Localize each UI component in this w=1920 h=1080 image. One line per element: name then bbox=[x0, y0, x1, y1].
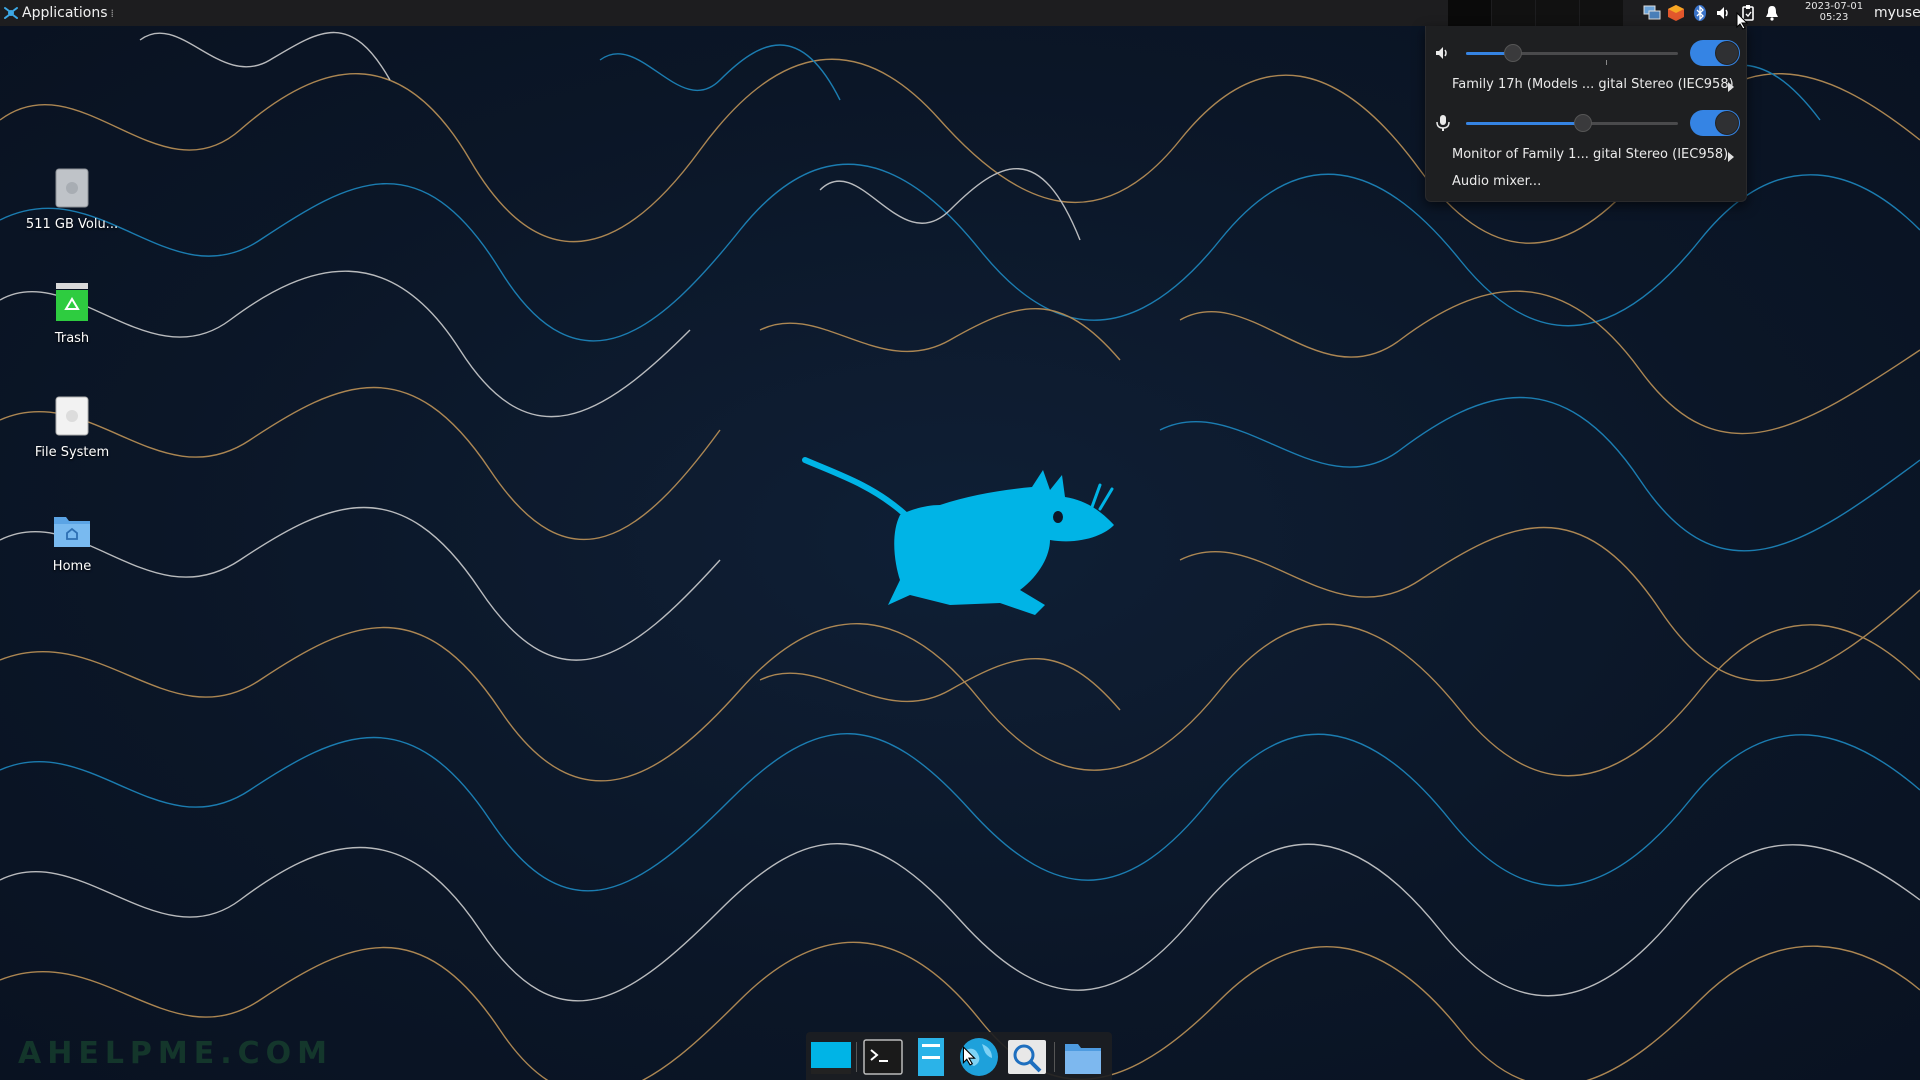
desktop-icon-label: File System bbox=[34, 445, 110, 460]
applications-label: Applications bbox=[22, 5, 108, 21]
workspace-2[interactable] bbox=[1492, 0, 1536, 26]
output-mute-toggle[interactable] bbox=[1690, 40, 1740, 66]
microphone-icon bbox=[1436, 115, 1450, 131]
trash-icon bbox=[56, 283, 88, 321]
home-folder-icon bbox=[54, 517, 90, 547]
workspace-switcher bbox=[1448, 0, 1624, 26]
show-desktop-icon[interactable] bbox=[810, 1036, 852, 1078]
mouse-cursor-icon bbox=[962, 1046, 976, 1066]
desktop-icon-home[interactable]: Home bbox=[17, 509, 127, 574]
speaker-icon bbox=[1436, 47, 1447, 59]
dock-separator bbox=[856, 1042, 857, 1072]
clock-time: 05:23 bbox=[1819, 12, 1849, 23]
submenu-arrow-icon bbox=[1728, 152, 1734, 162]
desktop-icon-volume[interactable]: 511 GB Volu... bbox=[17, 167, 127, 232]
bottom-dock bbox=[806, 1032, 1112, 1080]
network-icon[interactable] bbox=[1640, 0, 1664, 26]
xfce-mouse-logo bbox=[802, 457, 1114, 615]
file-manager-icon[interactable] bbox=[910, 1036, 952, 1078]
input-device-label: Monitor of Family 1... gital Stereo (IEC… bbox=[1452, 147, 1729, 162]
xfce-logo-icon bbox=[4, 7, 18, 19]
user-menu-button[interactable]: myuser bbox=[1870, 0, 1920, 26]
sound-popup-menu: Family 17h (Models ... gital Stereo (IEC… bbox=[1425, 26, 1747, 202]
bluetooth-icon[interactable] bbox=[1688, 0, 1712, 26]
watermark-text: AHELPME.COM bbox=[18, 1036, 334, 1071]
desktop-icon-label: 511 GB Volu... bbox=[25, 217, 119, 232]
dock-separator bbox=[1054, 1042, 1055, 1072]
clock[interactable]: 2023-07-01 05:23 bbox=[1800, 1, 1868, 25]
audio-mixer-item[interactable]: Audio mixer... bbox=[1426, 174, 1746, 196]
slider-100-percent-mark bbox=[1606, 60, 1607, 65]
desktop-icon-label: Trash bbox=[54, 331, 90, 346]
workspace-4[interactable] bbox=[1580, 0, 1624, 26]
desktop-icon-trash[interactable]: Trash bbox=[17, 281, 127, 346]
clock-date: 2023-07-01 bbox=[1804, 1, 1864, 12]
top-panel: Applications ⁞ 2023-07-01 05:23 myuse bbox=[0, 0, 1920, 26]
output-volume-row bbox=[1426, 40, 1746, 66]
input-device-item[interactable]: Monitor of Family 1... gital Stereo (IEC… bbox=[1426, 147, 1746, 169]
input-volume-row bbox=[1426, 110, 1746, 136]
workspace-3[interactable] bbox=[1536, 0, 1580, 26]
mouse-cursor-icon bbox=[1736, 12, 1748, 30]
desktop-icon-filesystem[interactable]: File System bbox=[17, 395, 127, 460]
applications-menu-button[interactable]: Applications ⁞ bbox=[0, 0, 117, 26]
input-volume-slider[interactable] bbox=[1466, 114, 1678, 132]
app-finder-icon[interactable] bbox=[1006, 1036, 1048, 1078]
panel-handle: ⁞ bbox=[110, 6, 114, 20]
input-mute-toggle[interactable] bbox=[1690, 110, 1740, 136]
workspace-1[interactable] bbox=[1448, 0, 1492, 26]
output-volume-slider[interactable] bbox=[1466, 44, 1678, 65]
terminal-icon[interactable] bbox=[862, 1036, 904, 1078]
output-device-item[interactable]: Family 17h (Models ... gital Stereo (IEC… bbox=[1426, 77, 1746, 99]
desktop-icon-label: Home bbox=[52, 559, 92, 574]
submenu-arrow-icon bbox=[1728, 82, 1734, 92]
volume-icon[interactable] bbox=[1712, 0, 1736, 26]
input-volume-fill bbox=[1466, 122, 1583, 125]
notifications-bell-icon[interactable] bbox=[1760, 0, 1784, 26]
audio-mixer-label: Audio mixer... bbox=[1452, 174, 1542, 189]
input-volume-handle[interactable] bbox=[1574, 114, 1592, 132]
folder-icon[interactable] bbox=[1062, 1036, 1104, 1078]
desktop: Applications ⁞ 2023-07-01 05:23 myuse 51… bbox=[0, 0, 1920, 1080]
output-volume-handle[interactable] bbox=[1504, 44, 1522, 62]
drive-icon bbox=[55, 168, 89, 208]
system-tray bbox=[1640, 0, 1784, 26]
filesystem-drive-icon bbox=[55, 396, 89, 436]
output-device-label: Family 17h (Models ... gital Stereo (IEC… bbox=[1452, 77, 1734, 92]
package-updater-icon[interactable] bbox=[1664, 0, 1688, 26]
